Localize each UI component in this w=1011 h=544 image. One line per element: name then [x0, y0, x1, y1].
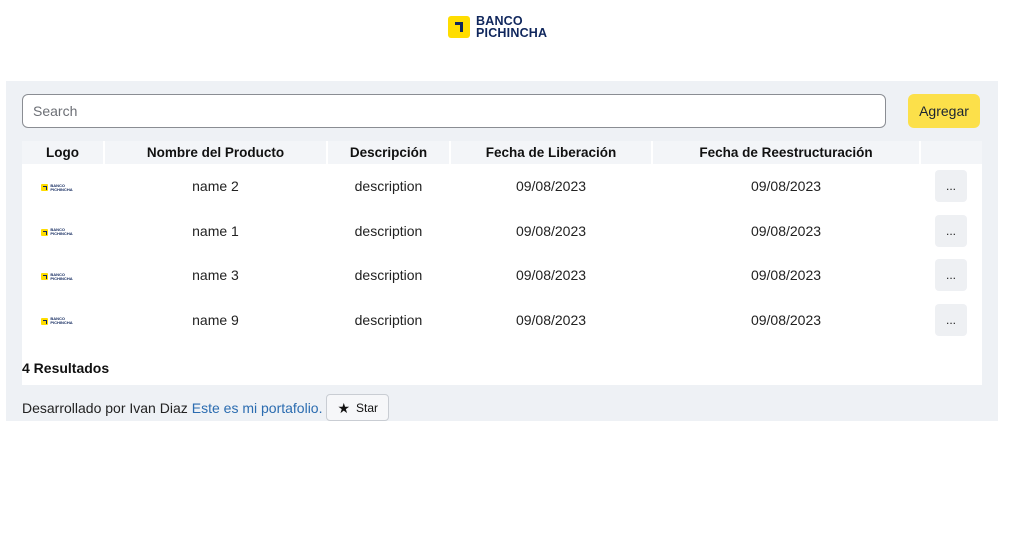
row-logo-cell: BANCO PICHINCHA: [22, 298, 104, 343]
brand-logo: BANCO PICHINCHA: [448, 15, 547, 39]
star-icon: ★: [337, 399, 351, 416]
row-release-date: 09/08/2023: [515, 267, 587, 284]
product-logo: BANCO PICHINCHA: [41, 317, 73, 326]
table-row: BANCO PICHINCHA name 2 description 09/08/…: [22, 164, 982, 209]
search-input[interactable]: [22, 94, 886, 128]
product-logo: BANCO PICHINCHA: [41, 272, 73, 281]
row-description: description: [354, 311, 423, 328]
star-button[interactable]: ★ Star: [326, 394, 390, 421]
product-logo-mark-icon: [41, 184, 49, 192]
column-header-description: Descripción: [327, 141, 451, 164]
row-name: name 1: [192, 222, 239, 239]
results-count: 4 Resultados: [22, 360, 110, 376]
footer-credit: Desarrollado por Ivan Diaz: [22, 399, 188, 416]
row-restructure-date: 09/08/2023: [750, 178, 822, 195]
main-panel: Agregar Logo Nombre del Producto Descrip…: [6, 81, 998, 421]
add-product-button[interactable]: Agregar: [908, 94, 980, 128]
row-description: description: [354, 222, 423, 239]
brand-mark-icon: [448, 16, 470, 38]
products-table: Logo Nombre del Producto Descripción Fec…: [22, 141, 982, 342]
products-table-card: Logo Nombre del Producto Descripción Fec…: [22, 141, 982, 385]
product-logo-mark-icon: [41, 228, 49, 236]
row-menu-button[interactable]: ...: [935, 259, 967, 292]
table-row: BANCO PICHINCHA name 3 description 09/08/…: [22, 253, 982, 298]
row-release-date: 09/08/2023: [515, 222, 587, 239]
row-actions-cell: ...: [920, 164, 982, 209]
column-header-logo: Logo: [22, 141, 105, 164]
row-actions-cell: ...: [920, 253, 982, 298]
column-header-name: Nombre del Producto: [104, 141, 328, 164]
product-logo: BANCO PICHINCHA: [41, 228, 73, 237]
product-logo-line-2: PICHINCHA: [50, 320, 73, 326]
row-menu-button[interactable]: ...: [935, 214, 967, 247]
table-row: BANCO PICHINCHA name 1 description 09/08/…: [22, 209, 982, 254]
table-row: BANCO PICHINCHA name 9 description 09/08/…: [22, 298, 982, 343]
star-label: Star: [356, 400, 379, 415]
brand-line-2: PICHINCHA: [476, 26, 548, 40]
row-menu-button[interactable]: ...: [935, 170, 967, 203]
row-restructure-date: 09/08/2023: [750, 222, 822, 239]
product-logo-line-2: PICHINCHA: [50, 231, 73, 237]
column-header-actions: [920, 141, 982, 164]
row-name: name 2: [192, 178, 239, 195]
row-restructure-date: 09/08/2023: [750, 311, 822, 328]
row-menu-button[interactable]: ...: [935, 303, 967, 336]
row-release-date: 09/08/2023: [515, 311, 587, 328]
row-actions-cell: ...: [920, 298, 982, 343]
row-description: description: [354, 267, 423, 284]
table-header-row: Logo Nombre del Producto Descripción Fec…: [22, 141, 982, 164]
product-logo: BANCO PICHINCHA: [41, 183, 73, 192]
row-name: name 3: [192, 267, 239, 284]
row-logo-cell: BANCO PICHINCHA: [22, 209, 104, 254]
column-header-restructure-date: Fecha de Reestructuración: [652, 141, 921, 164]
row-description: description: [354, 178, 423, 195]
row-logo-cell: BANCO PICHINCHA: [22, 164, 104, 209]
row-release-date: 09/08/2023: [515, 178, 587, 195]
column-header-release-date: Fecha de Liberación: [450, 141, 653, 164]
header: BANCO PICHINCHA: [0, 0, 1011, 81]
product-logo-mark-icon: [41, 273, 49, 281]
row-restructure-date: 09/08/2023: [750, 267, 822, 284]
brand-name: BANCO PICHINCHA: [476, 15, 548, 40]
product-logo-mark-icon: [41, 317, 49, 325]
row-logo-cell: BANCO PICHINCHA: [22, 253, 104, 298]
product-logo-line-2: PICHINCHA: [50, 186, 73, 192]
product-logo-line-2: PICHINCHA: [50, 275, 73, 281]
row-actions-cell: ...: [920, 209, 982, 254]
row-name: name 9: [192, 311, 239, 328]
footer: Desarrollado por Ivan Diaz Este es mi po…: [22, 394, 390, 421]
portfolio-link[interactable]: Este es mi portafolio.: [192, 400, 323, 416]
